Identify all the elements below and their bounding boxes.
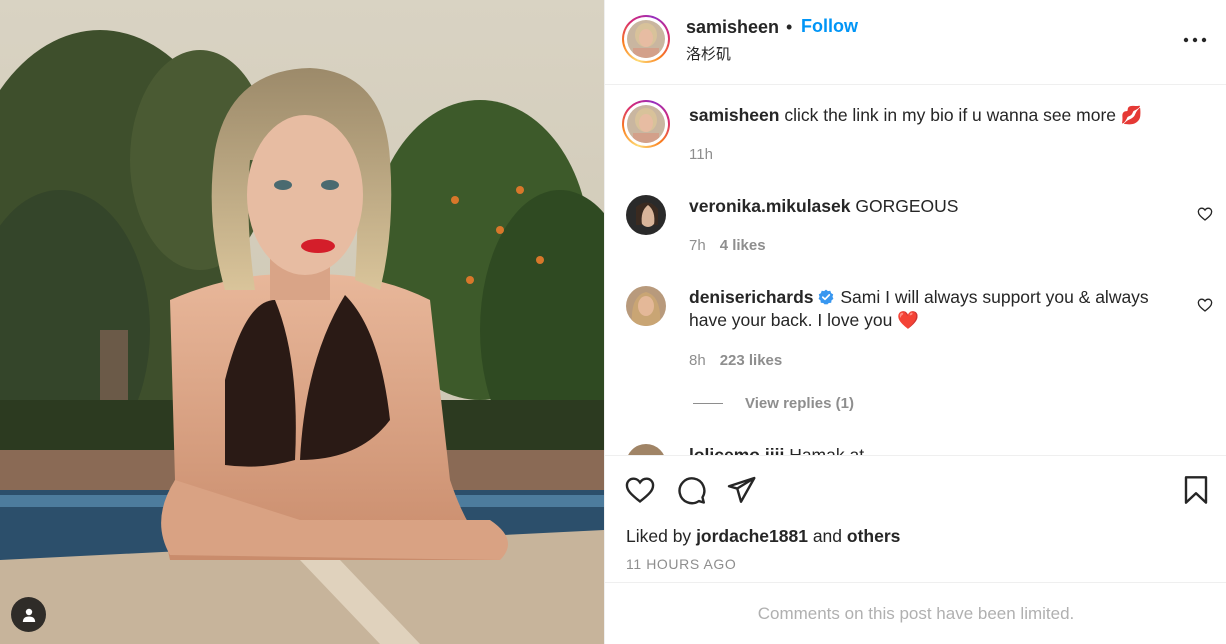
post-location[interactable]: 洛杉矶 — [686, 43, 731, 64]
caption-text: click the link in my bio if u wanna see … — [784, 105, 1143, 125]
commenter-avatar-image — [626, 195, 666, 235]
share-button[interactable] — [725, 474, 757, 506]
commenter-avatar-image — [626, 444, 666, 455]
comment-meta: 8h 223 likes — [689, 352, 782, 369]
view-replies-button[interactable]: View replies (1) — [693, 395, 854, 412]
post-image[interactable] — [0, 0, 604, 644]
likes-summary: Liked by jordache1881 and others — [626, 526, 900, 547]
comments-limited-notice: Comments on this post have been limited. — [605, 582, 1226, 644]
comment-text: GORGEOUS — [855, 196, 959, 216]
comment-body: deniserichards Sami I will always suppor… — [689, 286, 1169, 332]
post-timestamp[interactable]: 11 HOURS AGO — [626, 556, 736, 572]
caption-username[interactable]: samisheen — [689, 105, 779, 125]
bookmark-icon — [1184, 476, 1208, 504]
heart-icon — [1197, 298, 1213, 312]
verified-badge-icon — [818, 289, 833, 305]
comment-time[interactable]: 7h — [689, 237, 706, 254]
heart-icon — [1197, 207, 1213, 221]
author-avatar-image — [627, 20, 665, 58]
liked-by-others[interactable]: others — [847, 526, 900, 546]
comment-like-button[interactable] — [1197, 206, 1213, 222]
comment-avatar[interactable] — [626, 286, 666, 326]
comment-meta: 7h 4 likes — [689, 237, 766, 254]
user-tag-button[interactable] — [11, 597, 46, 632]
replies-divider — [693, 403, 723, 404]
user-icon — [22, 608, 35, 622]
separator-dot: • — [786, 17, 793, 37]
follow-button[interactable]: Follow — [801, 16, 858, 37]
comment-likes[interactable]: 223 likes — [720, 352, 783, 369]
caption-meta: 11h — [689, 146, 713, 163]
comment-avatar[interactable] — [626, 195, 666, 235]
more-options-button[interactable] — [1181, 28, 1209, 52]
author-avatar[interactable] — [622, 15, 670, 63]
comment-likes[interactable]: 4 likes — [720, 237, 766, 254]
comment-username[interactable]: lolicemo.iiii — [689, 445, 784, 455]
caption-time[interactable]: 11h — [689, 146, 713, 163]
save-button[interactable] — [1180, 474, 1212, 506]
commenter-avatar-image — [626, 286, 666, 326]
comment-avatar[interactable] — [626, 444, 666, 455]
comment-username[interactable]: deniserichards — [689, 287, 814, 307]
comment-username[interactable]: veronika.mikulasek — [689, 196, 850, 216]
post-photo-illustration — [0, 0, 604, 644]
heart-icon — [625, 477, 655, 503]
comment-text: Hamak at — [789, 445, 865, 456]
caption-avatar[interactable] — [622, 100, 670, 148]
caption-avatar-image — [627, 105, 665, 143]
ellipsis-icon — [1183, 37, 1207, 43]
comment-bubble-icon — [678, 477, 706, 505]
comment-button[interactable] — [675, 474, 707, 506]
comments-section[interactable]: samisheen click the link in my bio if u … — [605, 86, 1226, 456]
view-replies-label: View replies (1) — [745, 395, 854, 412]
author-username[interactable]: samisheen — [686, 17, 779, 38]
comment-body: veronika.mikulasek GORGEOUS — [689, 195, 1169, 218]
like-button[interactable] — [624, 474, 656, 506]
post-detail-panel: samisheen • Follow 洛杉矶 samisheen click t… — [604, 0, 1226, 644]
action-bar — [605, 457, 1226, 521]
comment-time[interactable]: 8h — [689, 352, 706, 369]
liked-by-and: and — [812, 526, 843, 546]
caption: samisheen click the link in my bio if u … — [689, 104, 1169, 127]
comment-like-button[interactable] — [1197, 297, 1213, 313]
post-header: samisheen • Follow 洛杉矶 — [605, 0, 1226, 85]
liked-by-prefix: Liked by — [626, 526, 692, 546]
comment-body: lolicemo.iiii Hamak at — [689, 444, 1169, 456]
liked-by-user[interactable]: jordache1881 — [696, 526, 808, 546]
paper-plane-icon — [727, 476, 756, 503]
